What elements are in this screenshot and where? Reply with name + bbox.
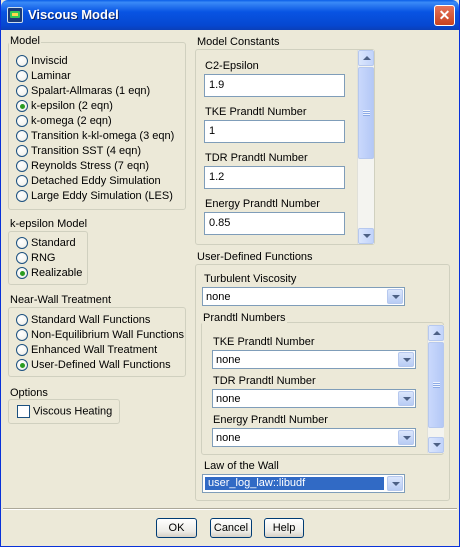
k-epsilon-model-label: k-epsilon Model xyxy=(9,218,89,230)
scroll-thumb[interactable] xyxy=(358,67,374,159)
footer-divider xyxy=(3,508,457,510)
model-constants-scrollbar[interactable] xyxy=(357,50,374,244)
model-option-reynolds-stress[interactable]: Reynolds Stress (7 eqn) xyxy=(16,160,149,175)
window-title: Viscous Model xyxy=(28,7,119,22)
options-label: Options xyxy=(9,387,49,399)
radio-button[interactable] xyxy=(16,130,28,143)
viscous-heating-checkbox[interactable] xyxy=(17,405,30,418)
model-option-k-epsilon[interactable]: k-epsilon (2 eqn) xyxy=(16,100,113,115)
model-constants-label: Model Constants xyxy=(196,36,281,48)
radio-button[interactable] xyxy=(16,252,28,265)
chevron-down-icon[interactable] xyxy=(398,430,414,445)
model-option-transition-k-kl-omega[interactable]: Transition k-kl-omega (3 eqn) xyxy=(16,130,174,145)
c2-epsilon-label: C2-Epsilon xyxy=(205,60,259,72)
udf-energy-prandtl-value: none xyxy=(216,432,241,444)
law-of-the-wall-label: Law of the Wall xyxy=(204,460,279,472)
radio-button-selected[interactable] xyxy=(16,359,28,372)
radio-button[interactable] xyxy=(16,314,28,327)
chevron-down-icon[interactable] xyxy=(398,391,414,406)
radio-button[interactable] xyxy=(16,85,28,98)
model-option-transition-sst[interactable]: Transition SST (4 eqn) xyxy=(16,145,141,160)
model-option-spalart-allmaras[interactable]: Spalart-Allmaras (1 eqn) xyxy=(16,85,150,100)
tke-prandtl-number-input[interactable]: 1 xyxy=(204,120,345,143)
scroll-down-button[interactable] xyxy=(358,228,374,244)
scroll-down-button[interactable] xyxy=(428,437,444,453)
radio-button[interactable] xyxy=(16,329,28,342)
app-icon xyxy=(7,7,23,23)
energy-prandtl-number-input[interactable]: 0.85 xyxy=(204,212,345,235)
model-option-k-omega[interactable]: k-omega (2 eqn) xyxy=(16,115,112,130)
viscous-model-dialog: Viscous Model ✕ Model Inviscid Laminar S… xyxy=(0,0,460,547)
title-bar[interactable]: Viscous Model ✕ xyxy=(1,0,459,30)
near-wall-option-user-defined[interactable]: User-Defined Wall Functions xyxy=(16,359,171,374)
help-button[interactable]: Help xyxy=(264,518,304,538)
chevron-down-icon[interactable] xyxy=(387,289,403,304)
law-of-the-wall-value: user_log_law::libudf xyxy=(204,476,385,491)
radio-button-selected[interactable] xyxy=(16,100,28,113)
tdr-prandtl-number-label: TDR Prandtl Number xyxy=(205,152,308,164)
model-option-inviscid[interactable]: Inviscid xyxy=(16,55,68,70)
udf-energy-prandtl-dropdown[interactable]: none xyxy=(212,428,416,447)
scroll-up-button[interactable] xyxy=(428,325,444,341)
prandtl-numbers-label: Prandtl Numbers xyxy=(202,312,287,324)
k-epsilon-option-realizable[interactable]: Realizable xyxy=(16,267,82,282)
radio-button[interactable] xyxy=(16,344,28,357)
turbulent-viscosity-dropdown[interactable]: none xyxy=(202,287,405,306)
k-epsilon-option-standard[interactable]: Standard xyxy=(16,237,76,252)
udf-tke-prandtl-label: TKE Prandtl Number xyxy=(213,336,315,348)
radio-button-selected[interactable] xyxy=(16,267,28,280)
k-epsilon-option-rng[interactable]: RNG xyxy=(16,252,55,267)
chevron-down-icon[interactable] xyxy=(398,352,414,367)
udf-tdr-prandtl-label: TDR Prandtl Number xyxy=(213,375,316,387)
near-wall-option-non-equilibrium[interactable]: Non-Equilibrium Wall Functions xyxy=(16,329,184,344)
user-defined-functions-label: User-Defined Functions xyxy=(196,251,314,263)
near-wall-treatment-label: Near-Wall Treatment xyxy=(9,294,113,306)
model-group-label: Model xyxy=(9,35,41,47)
near-wall-option-standard[interactable]: Standard Wall Functions xyxy=(16,314,150,329)
ok-button[interactable]: OK xyxy=(156,518,197,538)
radio-button[interactable] xyxy=(16,160,28,173)
radio-button[interactable] xyxy=(16,115,28,128)
viscous-heating-option[interactable]: Viscous Heating xyxy=(17,405,112,420)
udf-tdr-prandtl-value: none xyxy=(216,393,241,405)
model-option-detached-eddy[interactable]: Detached Eddy Simulation xyxy=(16,175,161,190)
turbulent-viscosity-label: Turbulent Viscosity xyxy=(204,273,297,285)
tdr-prandtl-number-input[interactable]: 1.2 xyxy=(204,166,345,189)
energy-prandtl-number-label: Energy Prandtl Number xyxy=(205,198,320,210)
turbulent-viscosity-value: none xyxy=(206,291,231,303)
scroll-thumb[interactable] xyxy=(428,342,444,428)
radio-button[interactable] xyxy=(16,190,28,203)
udf-tdr-prandtl-dropdown[interactable]: none xyxy=(212,389,416,408)
law-of-the-wall-dropdown[interactable]: user_log_law::libudf xyxy=(202,474,405,493)
close-icon: ✕ xyxy=(438,7,451,23)
radio-button[interactable] xyxy=(16,175,28,188)
scroll-up-button[interactable] xyxy=(358,50,374,66)
close-button[interactable]: ✕ xyxy=(434,5,455,26)
chevron-down-icon[interactable] xyxy=(387,476,403,491)
c2-epsilon-input[interactable]: 1.9 xyxy=(204,74,345,97)
udf-tke-prandtl-value: none xyxy=(216,354,241,366)
near-wall-option-enhanced[interactable]: Enhanced Wall Treatment xyxy=(16,344,157,359)
radio-button[interactable] xyxy=(16,55,28,68)
tke-prandtl-number-label: TKE Prandtl Number xyxy=(205,106,307,118)
radio-button[interactable] xyxy=(16,70,28,83)
cancel-button[interactable]: Cancel xyxy=(210,518,252,538)
udf-tke-prandtl-dropdown[interactable]: none xyxy=(212,350,416,369)
model-option-laminar[interactable]: Laminar xyxy=(16,70,71,85)
udf-energy-prandtl-label: Energy Prandtl Number xyxy=(213,414,328,426)
model-option-large-eddy[interactable]: Large Eddy Simulation (LES) xyxy=(16,190,173,205)
prandtl-numbers-scrollbar[interactable] xyxy=(427,325,444,453)
radio-button[interactable] xyxy=(16,145,28,158)
radio-button[interactable] xyxy=(16,237,28,250)
